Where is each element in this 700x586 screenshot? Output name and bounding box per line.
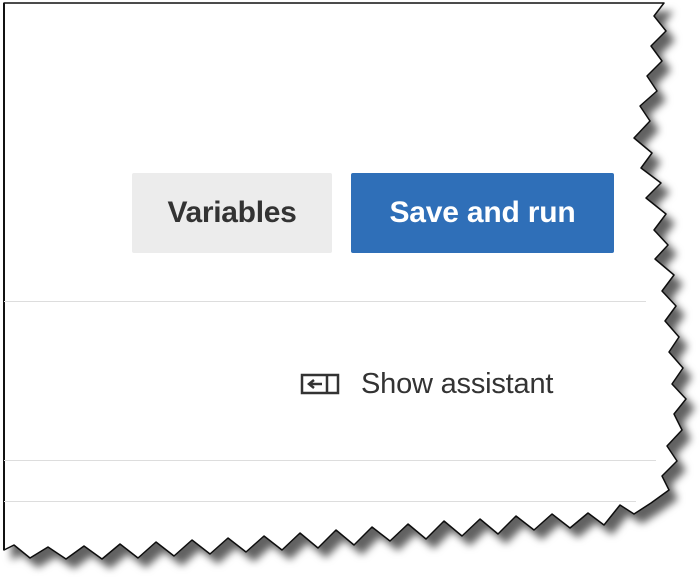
editor-bottom-divider — [4, 501, 636, 502]
show-assistant-button[interactable]: Show assistant — [300, 364, 553, 404]
pipeline-toolbar-actions: Variables Save and run — [132, 173, 614, 253]
variables-button[interactable]: Variables — [132, 173, 332, 253]
toolbar-divider — [4, 301, 646, 302]
show-panel-icon — [300, 372, 340, 396]
torn-screenshot-frame — [3, 2, 687, 560]
show-assistant-label: Show assistant — [361, 367, 554, 400]
editor-divider — [4, 460, 656, 461]
save-and-run-button[interactable]: Save and run — [351, 173, 614, 253]
